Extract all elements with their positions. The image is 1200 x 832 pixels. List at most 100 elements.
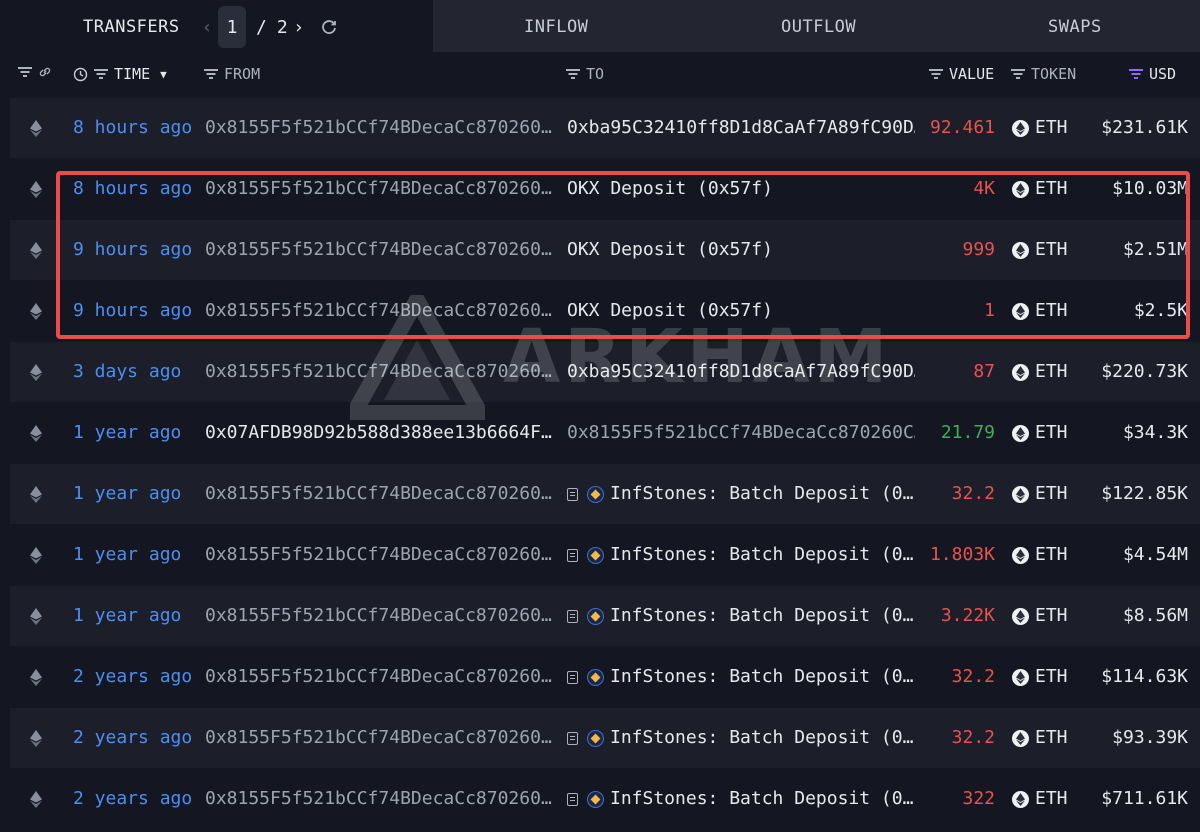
from-address[interactable]: 0x8155F5f521bCCf74BDecaCc870260C… bbox=[205, 98, 557, 158]
value-amount: 92.461 bbox=[929, 117, 995, 138]
from-address[interactable]: 0x8155F5f521bCCf74BDecaCc870260C… bbox=[205, 647, 557, 707]
prev-page-icon[interactable]: ‹ bbox=[196, 17, 218, 38]
ethereum-chain-icon bbox=[30, 464, 46, 524]
to-address[interactable]: 0x8155F5f521bCCf74BDecaCc870260C… bbox=[567, 403, 915, 463]
time-link[interactable]: 9 hours ago bbox=[73, 220, 192, 280]
from-address[interactable]: 0x8155F5f521bCCf74BDecaCc870260C… bbox=[205, 342, 557, 402]
token-cell[interactable]: ETH bbox=[1012, 98, 1068, 158]
token-cell[interactable]: ETH bbox=[1012, 159, 1068, 219]
value-column-label: VALUE bbox=[949, 65, 995, 83]
token-cell[interactable]: ETH bbox=[1012, 586, 1068, 646]
filter-icon[interactable] bbox=[929, 69, 943, 79]
to-address-label: InfStones: Batch Deposit (0… bbox=[610, 788, 914, 809]
to-address[interactable]: OKX Deposit (0x57f) bbox=[567, 159, 915, 219]
eth-token-icon bbox=[1012, 119, 1029, 137]
from-address[interactable]: 0x8155F5f521bCCf74BDecaCc870260C… bbox=[205, 220, 557, 280]
document-icon bbox=[567, 731, 578, 745]
time-link[interactable]: 2 years ago bbox=[73, 769, 192, 829]
table-row[interactable]: 2 years ago 0x8155F5f521bCCf74BDecaCc8702… bbox=[10, 708, 1200, 768]
filter-icon[interactable] bbox=[1011, 69, 1025, 79]
to-address[interactable]: InfStones: Batch Deposit (0… bbox=[567, 708, 915, 768]
filter-icon[interactable] bbox=[18, 67, 32, 77]
time-link[interactable]: 2 years ago bbox=[73, 647, 192, 707]
time-link[interactable]: 9 hours ago bbox=[73, 281, 192, 341]
table-row[interactable]: 9 hours ago 0x8155F5f521bCCf74BDecaCc8702… bbox=[10, 281, 1200, 341]
to-address[interactable]: OKX Deposit (0x57f) bbox=[567, 220, 915, 280]
from-address[interactable]: 0x8155F5f521bCCf74BDecaCc870260C… bbox=[205, 159, 557, 219]
tab-bar: TRANSFERS ‹ 1 / 2 › INFLOW OUTFLOW SWAPS bbox=[0, 0, 1200, 52]
time-column-header[interactable]: TIME ▼ bbox=[73, 65, 167, 83]
eth-token-icon bbox=[1012, 729, 1029, 747]
token-cell[interactable]: ETH bbox=[1012, 769, 1068, 829]
to-address[interactable]: InfStones: Batch Deposit (0… bbox=[567, 769, 915, 829]
token-cell[interactable]: ETH bbox=[1012, 647, 1068, 707]
filter-icon[interactable] bbox=[94, 69, 108, 79]
chain-column-header[interactable] bbox=[18, 65, 52, 79]
token-cell[interactable]: ETH bbox=[1012, 525, 1068, 585]
token-cell[interactable]: ETH bbox=[1012, 220, 1068, 280]
token-cell[interactable]: ETH bbox=[1012, 403, 1068, 463]
table-row[interactable]: 3 days ago 0x8155F5f521bCCf74BDecaCc87026… bbox=[10, 342, 1200, 402]
table-row[interactable]: 2 years ago 0x8155F5f521bCCf74BDecaCc8702… bbox=[10, 647, 1200, 707]
to-address[interactable]: OKX Deposit (0x57f) bbox=[567, 281, 915, 341]
from-address[interactable]: 0x8155F5f521bCCf74BDecaCc870260C… bbox=[205, 769, 557, 829]
tab-swaps[interactable]: SWAPS bbox=[1048, 17, 1102, 37]
from-address[interactable]: 0x8155F5f521bCCf74BDecaCc870260C… bbox=[205, 708, 557, 768]
token-symbol: ETH bbox=[1035, 483, 1068, 504]
to-address[interactable]: InfStones: Batch Deposit (0… bbox=[567, 525, 915, 585]
refresh-icon[interactable] bbox=[319, 17, 339, 37]
filter-icon[interactable] bbox=[204, 69, 218, 79]
table-row[interactable]: 1 year ago 0x8155F5f521bCCf74BDecaCc87026… bbox=[10, 586, 1200, 646]
filter-active-icon[interactable] bbox=[1129, 69, 1143, 79]
tab-outflow[interactable]: OUTFLOW bbox=[781, 17, 856, 37]
ethereum-chain-icon bbox=[30, 403, 46, 463]
from-address[interactable]: 0x8155F5f521bCCf74BDecaCc870260C… bbox=[205, 281, 557, 341]
sort-desc-icon[interactable]: ▼ bbox=[160, 68, 167, 81]
from-address[interactable]: 0x8155F5f521bCCf74BDecaCc870260C… bbox=[205, 464, 557, 524]
time-link[interactable]: 3 days ago bbox=[73, 342, 181, 402]
to-address[interactable]: InfStones: Batch Deposit (0… bbox=[567, 586, 915, 646]
to-column-header[interactable]: TO bbox=[566, 65, 604, 83]
table-row[interactable]: 1 year ago 0x8155F5f521bCCf74BDecaCc87026… bbox=[10, 525, 1200, 585]
value-column-header[interactable]: VALUE bbox=[929, 65, 994, 83]
value-amount: 3.22K bbox=[940, 605, 995, 626]
filter-icon[interactable] bbox=[566, 69, 580, 79]
table-row[interactable]: 2 years ago 0x8155F5f521bCCf74BDecaCc8702… bbox=[10, 769, 1200, 829]
eth-token-icon bbox=[1012, 424, 1029, 442]
token-cell[interactable]: ETH bbox=[1012, 464, 1068, 524]
ethereum-chain-icon bbox=[30, 525, 46, 585]
usd-value: $122.85K bbox=[1101, 483, 1188, 504]
token-cell[interactable]: ETH bbox=[1012, 281, 1068, 341]
time-link[interactable]: 1 year ago bbox=[73, 525, 181, 585]
time-link[interactable]: 2 years ago bbox=[73, 708, 192, 768]
to-address-label: 0x8155F5f521bCCf74BDecaCc870260C… bbox=[567, 422, 915, 443]
to-address[interactable]: 0xba95C32410ff8D1d8CaAf7A89fC90D… bbox=[567, 342, 915, 402]
to-address[interactable]: InfStones: Batch Deposit (0… bbox=[567, 464, 915, 524]
usd-column-header[interactable]: USD bbox=[1129, 65, 1176, 83]
token-cell[interactable]: ETH bbox=[1012, 342, 1068, 402]
token-cell[interactable]: ETH bbox=[1012, 708, 1068, 768]
time-link[interactable]: 1 year ago bbox=[73, 464, 181, 524]
time-link[interactable]: 1 year ago bbox=[73, 403, 181, 463]
from-column-header[interactable]: FROM bbox=[204, 65, 260, 83]
time-link[interactable]: 8 hours ago bbox=[73, 98, 192, 158]
table-row[interactable]: 8 hours ago 0x8155F5f521bCCf74BDecaCc8702… bbox=[10, 159, 1200, 219]
table-row[interactable]: 8 hours ago 0x8155F5f521bCCf74BDecaCc8702… bbox=[10, 98, 1200, 158]
usd-value: $231.61K bbox=[1101, 117, 1188, 138]
current-page-input[interactable]: 1 bbox=[218, 6, 246, 48]
to-address[interactable]: 0xba95C32410ff8D1d8CaAf7A89fC90D… bbox=[567, 98, 915, 158]
value-amount: 32.2 bbox=[951, 666, 995, 687]
next-page-icon[interactable]: › bbox=[288, 17, 310, 38]
table-row[interactable]: 9 hours ago 0x8155F5f521bCCf74BDecaCc8702… bbox=[10, 220, 1200, 280]
tab-inflow[interactable]: INFLOW bbox=[524, 17, 588, 37]
tab-transfers[interactable]: TRANSFERS ‹ 1 / 2 › bbox=[0, 0, 433, 52]
from-address[interactable]: 0x8155F5f521bCCf74BDecaCc870260C… bbox=[205, 586, 557, 646]
time-link[interactable]: 1 year ago bbox=[73, 586, 181, 646]
from-address[interactable]: 0x8155F5f521bCCf74BDecaCc870260C… bbox=[205, 525, 557, 585]
table-row[interactable]: 1 year ago 0x8155F5f521bCCf74BDecaCc87026… bbox=[10, 464, 1200, 524]
to-address[interactable]: InfStones: Batch Deposit (0… bbox=[567, 647, 915, 707]
table-row[interactable]: 1 year ago 0x07AFDB98D92b588d388ee13b6664… bbox=[10, 403, 1200, 463]
token-column-header[interactable]: TOKEN bbox=[1011, 65, 1076, 83]
time-link[interactable]: 8 hours ago bbox=[73, 159, 192, 219]
from-address[interactable]: 0x07AFDB98D92b588d388ee13b6664F1… bbox=[205, 403, 557, 463]
